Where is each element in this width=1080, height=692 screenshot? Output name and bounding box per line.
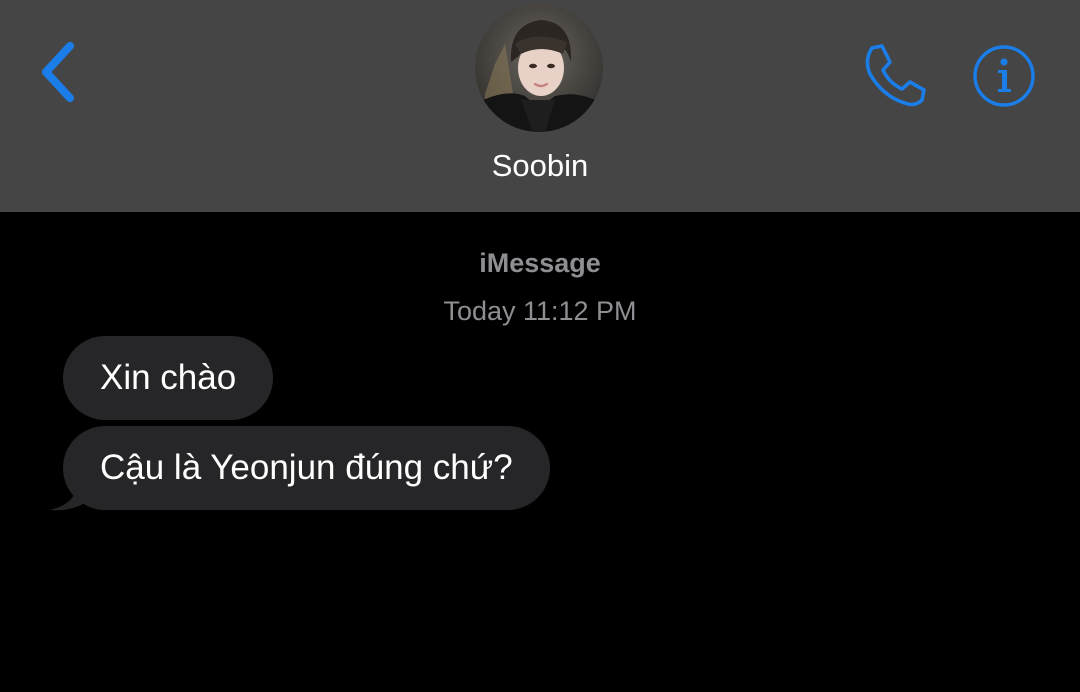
message-text: Cậu là Yeonjun đúng chứ? bbox=[100, 448, 513, 487]
contact-avatar[interactable] bbox=[475, 4, 603, 132]
service-label: iMessage bbox=[479, 248, 601, 278]
incoming-message-bubble[interactable]: Xin chào bbox=[63, 336, 274, 420]
call-button[interactable] bbox=[858, 40, 930, 112]
message-timestamp: Today 11:12 PM bbox=[443, 296, 637, 326]
incoming-message-bubble[interactable]: Cậu là Yeonjun đúng chứ? bbox=[63, 426, 550, 510]
back-button[interactable] bbox=[30, 36, 90, 108]
info-button[interactable] bbox=[970, 42, 1038, 110]
conversation-header: Soobin bbox=[0, 0, 1080, 212]
message-text: Xin chào bbox=[100, 358, 237, 397]
messages-screen: Soobin iMessage Today 11:12 PM Xin chào … bbox=[0, 0, 1080, 692]
avatar-photo bbox=[475, 4, 603, 132]
phone-icon bbox=[865, 44, 926, 107]
chevron-left-icon bbox=[42, 42, 74, 102]
contact-name[interactable]: Soobin bbox=[0, 146, 1080, 186]
info-icon bbox=[973, 45, 1035, 107]
